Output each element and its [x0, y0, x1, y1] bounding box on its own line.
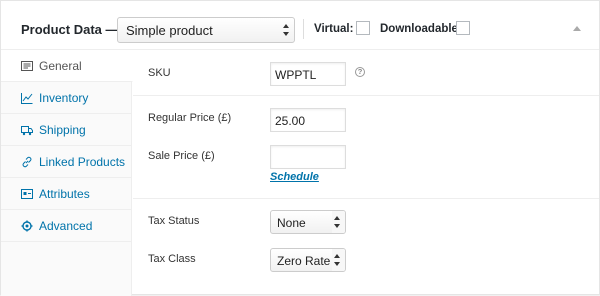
tab-general[interactable]: General [1, 50, 133, 82]
tax-status-value: None [277, 216, 306, 230]
tax-class-select[interactable]: Zero Rate [270, 248, 346, 272]
tax-status-label: Tax Status [148, 215, 200, 227]
product-data-tabs: General Inventory Shipping Linked Produc… [1, 50, 133, 296]
tab-shipping-label: Shipping [39, 123, 86, 137]
header-separator [303, 19, 304, 39]
sku-input[interactable]: WPPTL [270, 62, 346, 86]
tab-inventory-label: Inventory [39, 91, 89, 105]
tab-advanced-label: Advanced [39, 219, 93, 233]
link-icon [21, 156, 33, 168]
tab-attributes[interactable]: Attributes [1, 178, 132, 210]
inventory-icon [21, 92, 33, 104]
general-fields: SKU WPPTL ? Regular Price (£) 25.00 Sale… [133, 50, 599, 296]
panel-title: Product Data — [21, 22, 119, 37]
sale-price-input[interactable] [270, 145, 346, 169]
tab-general-label: General [39, 59, 82, 73]
select-arrows-icon [333, 254, 341, 266]
product-type-select[interactable]: Simple product [117, 17, 295, 43]
tax-status-select[interactable]: None [270, 210, 346, 234]
virtual-checkbox[interactable] [356, 21, 370, 35]
select-arrows-icon [333, 216, 341, 228]
tab-advanced[interactable]: Advanced [1, 210, 132, 242]
tax-class-value: Zero Rate [277, 254, 331, 268]
product-data-panel: Product Data — Simple product Virtual: D… [0, 0, 600, 296]
attributes-icon [21, 188, 33, 200]
tab-linked-products[interactable]: Linked Products [1, 146, 132, 178]
product-type-value: Simple product [126, 23, 213, 38]
panel-header: Product Data — Simple product Virtual: D… [1, 1, 599, 50]
sale-price-label: Sale Price (£) [148, 150, 215, 162]
virtual-label: Virtual: [314, 23, 354, 35]
tab-inventory[interactable]: Inventory [1, 82, 132, 114]
section-divider [133, 198, 599, 199]
collapse-arrow-icon[interactable] [573, 26, 581, 31]
sku-label: SKU [148, 67, 171, 79]
select-arrows-icon [282, 24, 290, 36]
sku-value: WPPTL [275, 68, 317, 82]
help-icon[interactable]: ? [355, 67, 365, 77]
regular-price-label: Regular Price (£) [148, 112, 232, 124]
tab-linked-products-label: Linked Products [39, 155, 126, 169]
schedule-link[interactable]: Schedule [270, 171, 319, 183]
regular-price-input[interactable]: 25.00 [270, 108, 346, 132]
gear-icon [21, 220, 33, 232]
truck-icon [21, 124, 33, 136]
general-icon [21, 60, 33, 72]
regular-price-value: 25.00 [275, 114, 306, 128]
downloadable-checkbox[interactable] [456, 21, 470, 35]
tab-shipping[interactable]: Shipping [1, 114, 132, 146]
section-divider [133, 95, 599, 96]
tab-attributes-label: Attributes [39, 187, 90, 201]
downloadable-label: Downloadable: [380, 23, 462, 35]
tax-class-label: Tax Class [148, 253, 196, 265]
